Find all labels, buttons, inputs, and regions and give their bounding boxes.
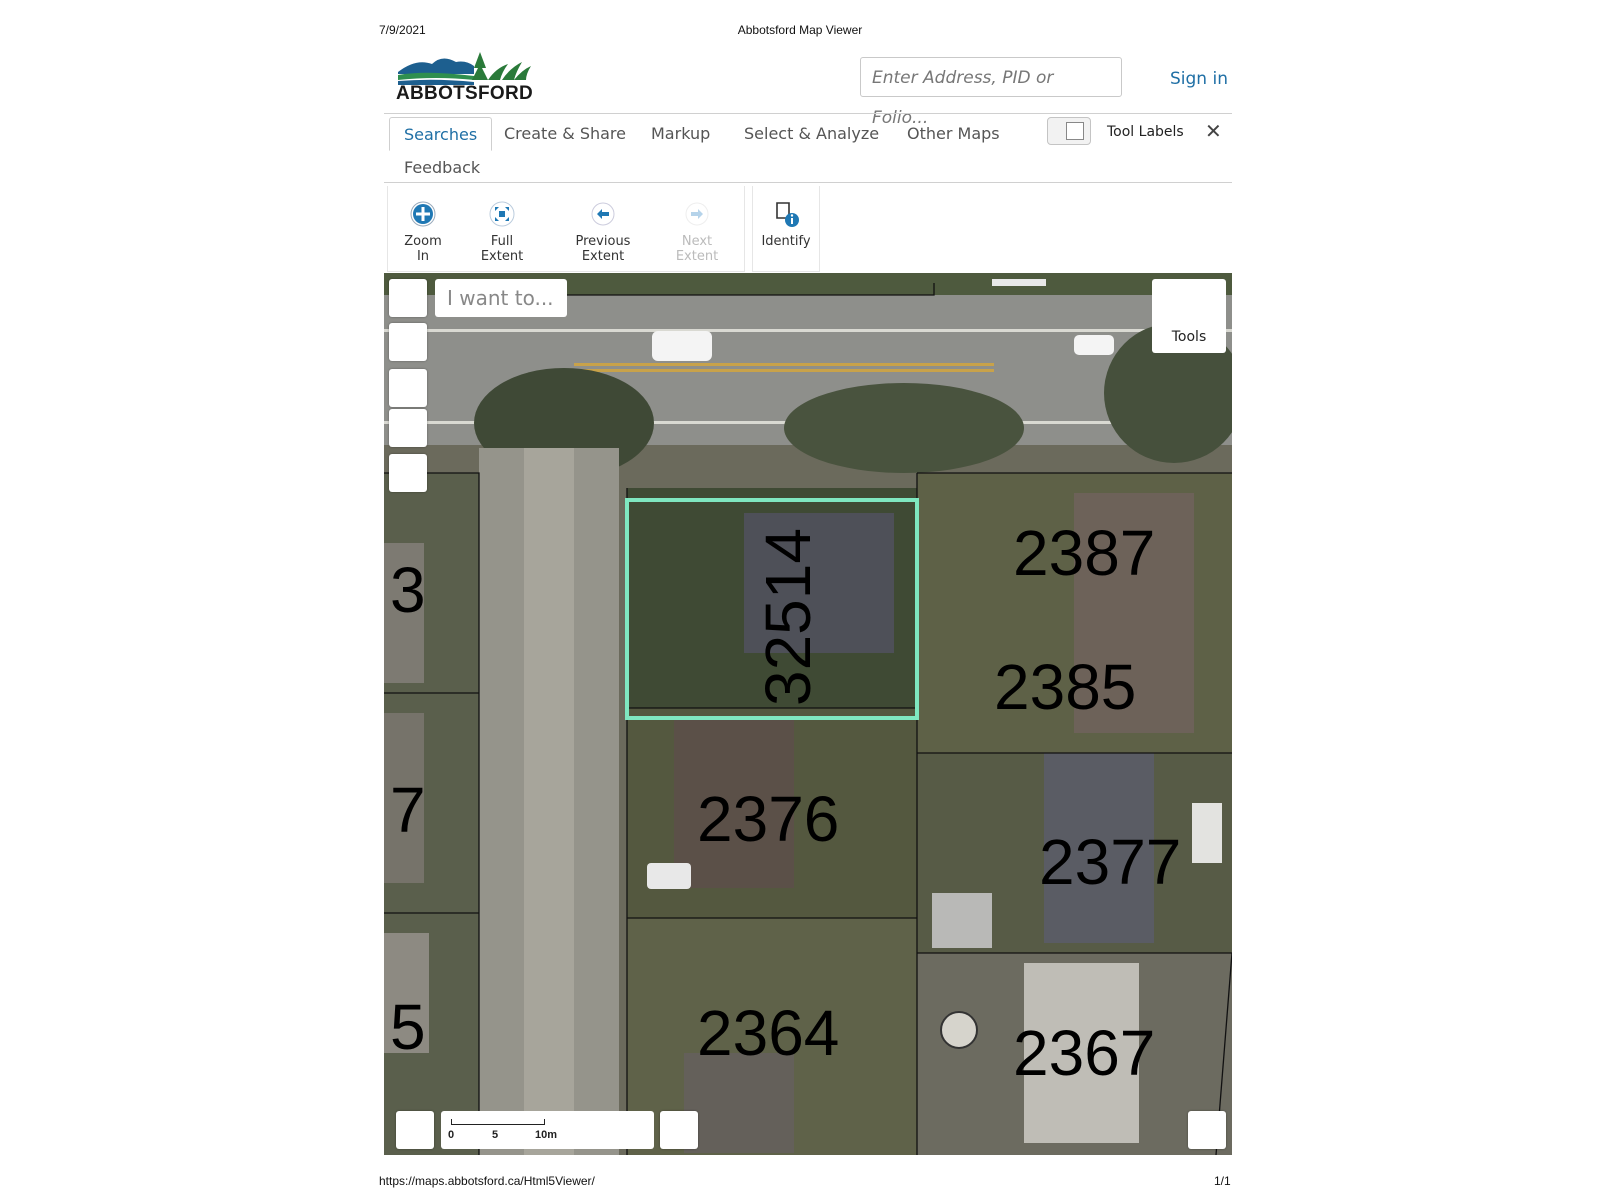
- parcel-label-2367: 2367: [1013, 1017, 1156, 1089]
- full-extent-label: Full Extent: [480, 234, 524, 264]
- header-divider: [384, 113, 1232, 114]
- identify-label: Identify: [761, 234, 811, 249]
- previous-extent-button[interactable]: Previous Extent: [553, 200, 653, 264]
- parcel-label-2387: 2387: [1013, 517, 1156, 589]
- close-icon[interactable]: ✕: [1205, 119, 1222, 144]
- map-home-button[interactable]: [389, 279, 427, 317]
- arrow-right-icon: [685, 202, 709, 226]
- logo-wordmark: ABBOTSFORD: [396, 83, 534, 104]
- map-zoom-in-button[interactable]: [389, 369, 427, 407]
- zoom-in-label: Zoom In: [404, 234, 442, 264]
- parcel-label-2377: 2377: [1039, 826, 1182, 898]
- map-zoom-out-button[interactable]: [389, 409, 427, 447]
- plus-circle-icon: [410, 201, 436, 227]
- scale-bar-line: [451, 1119, 545, 1125]
- tools-button[interactable]: Tools: [1152, 279, 1226, 353]
- parcel-label-2376: 2376: [697, 783, 840, 855]
- identify-button[interactable]: Identify: [758, 200, 814, 249]
- map-bottom-right-button[interactable]: [1188, 1111, 1226, 1149]
- logo-mark-icon: [398, 52, 531, 85]
- scale-tick-10m: 10m: [535, 1129, 558, 1141]
- full-extent-button[interactable]: Full Extent: [469, 200, 535, 264]
- parcel-label-32514: 32514: [752, 528, 824, 706]
- scale-tick-0: 0: [448, 1129, 455, 1141]
- parcel-label-5: 5: [390, 991, 426, 1063]
- map-bottom-left-button[interactable]: [396, 1111, 434, 1149]
- parcel-label-2385: 2385: [994, 651, 1137, 723]
- map-zoom-control[interactable]: [389, 323, 427, 361]
- map-layers-button[interactable]: [389, 454, 427, 492]
- print-title: Abbotsford Map Viewer: [737, 23, 863, 37]
- parcel-label-7: 7: [390, 774, 426, 846]
- map-canvas[interactable]: 32514 2387 2385 2376 2377 2364 2367 3 7 …: [384, 273, 1232, 1155]
- tab-searches[interactable]: Searches: [389, 117, 493, 151]
- tab-select-analyze[interactable]: Select & Analyze: [730, 117, 893, 151]
- parcel-label-2364: 2364: [697, 997, 840, 1069]
- print-url: https://maps.abbotsford.ca/Html5Viewer/: [379, 1174, 595, 1188]
- print-page-number: 1/1: [1214, 1174, 1231, 1188]
- next-extent-label: Next Extent: [675, 234, 719, 264]
- scale-tick-5: 5: [492, 1129, 499, 1141]
- identify-icon: [776, 202, 799, 227]
- tab-other-maps[interactable]: Other Maps: [893, 117, 1014, 151]
- toggle-knob: [1066, 122, 1084, 140]
- full-extent-icon: [489, 201, 515, 227]
- i-want-to-menu[interactable]: I want to...: [435, 279, 567, 317]
- next-extent-button[interactable]: Next Extent: [662, 200, 732, 264]
- tab-markup[interactable]: Markup: [637, 117, 724, 151]
- previous-extent-label: Previous Extent: [575, 234, 631, 264]
- sign-in-link[interactable]: Sign in: [1170, 69, 1228, 89]
- zoom-in-button[interactable]: Zoom In: [398, 200, 448, 264]
- tab-create-share[interactable]: Create & Share: [490, 117, 640, 151]
- scale-bar: 0 5 10m: [441, 1111, 654, 1149]
- tool-labels-toggle[interactable]: [1047, 117, 1091, 145]
- abbotsford-logo[interactable]: ABBOTSFORD: [396, 50, 534, 106]
- tab-feedback[interactable]: Feedback: [390, 151, 494, 185]
- ribbon-divider: [384, 182, 1232, 183]
- parcel-label-3: 3: [390, 554, 426, 626]
- address-search-input[interactable]: Enter Address, PID or Folio...: [860, 57, 1122, 128]
- tool-labels-label: Tool Labels: [1107, 124, 1184, 140]
- arrow-left-icon: [591, 202, 615, 226]
- map-attribution-button[interactable]: [660, 1111, 698, 1149]
